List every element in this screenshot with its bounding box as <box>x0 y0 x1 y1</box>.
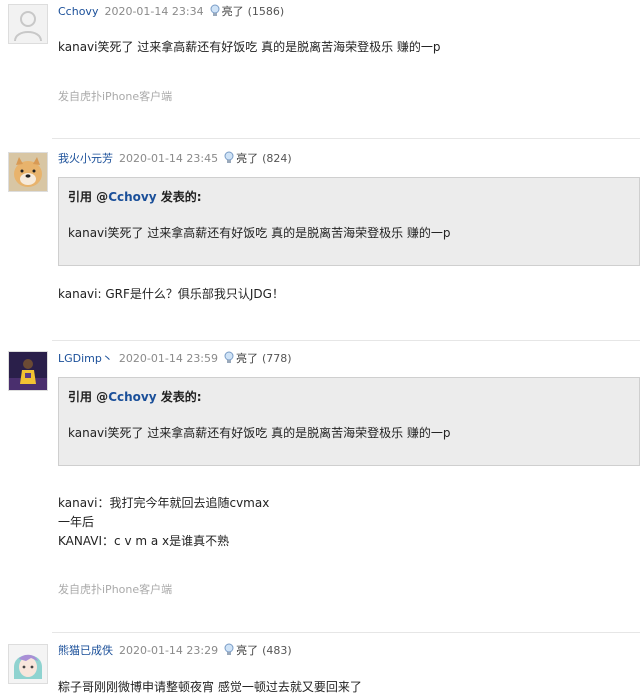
quote-suffix: 发表的: <box>156 190 202 204</box>
quote-text: kanavi笑死了 过来拿高薪还有好饭吃 真的是脱离苦海荣登极乐 赚的一p <box>68 426 451 440</box>
light-count: (778) <box>262 352 292 365</box>
post-2: 我火小元芳 2020-01-14 23:45 亮了 (824) 引用 @Cchovy … <box>0 146 640 336</box>
light-count: (483) <box>262 644 292 657</box>
quote-header: 引用 @Cchovy 发表的: <box>68 188 202 205</box>
username-link[interactable]: Cchovy <box>58 5 98 18</box>
post-1: Cchovy 2020-01-14 23:34 亮了 (1586) kanavi笑死了… <box>0 0 640 130</box>
post-meta: LGDimp丶 2020-01-14 23:59 亮了 (778) <box>58 350 292 366</box>
lightbulb-icon <box>210 4 220 16</box>
separator <box>52 632 640 633</box>
quote-suffix: 发表的: <box>156 390 202 404</box>
avatar[interactable] <box>8 4 48 44</box>
light-button[interactable]: 亮了 <box>224 151 259 165</box>
anime-avatar-icon <box>9 645 47 683</box>
post-4: 熊猫已成佚 2020-01-14 23:29 亮了 (483) 粽子哥刚刚微博申请整顿… <box>0 638 640 697</box>
separator <box>52 340 640 341</box>
light-label: 亮了 <box>221 5 244 18</box>
post-content: 粽子哥刚刚微博申请整顿夜宵 感觉一顿过去就又要回来了 <box>58 680 362 694</box>
quote-header: 引用 @Cchovy 发表的: <box>68 388 202 405</box>
quoted-username-link[interactable]: Cchovy <box>108 190 156 204</box>
quote-prefix: 引用 @ <box>68 190 109 204</box>
lightbulb-icon <box>224 151 234 163</box>
post-meta: 我火小元芳 2020-01-14 23:45 亮了 (824) <box>58 150 292 166</box>
lightbulb-icon <box>224 351 234 363</box>
post-time: 2020-01-14 23:45 <box>119 152 219 165</box>
post-content: kanavi：我打完今年就回去追随cvmax 一年后 KANAVI：c v m … <box>58 494 269 551</box>
content-line: KANAVI：c v m a x是谁真不熟 <box>58 534 230 548</box>
username-link[interactable]: 熊猫已成佚 <box>58 644 113 657</box>
post-source[interactable]: 发自虎扑iPhone客户端 <box>58 581 172 597</box>
avatar[interactable] <box>8 351 48 391</box>
quote-text: kanavi笑死了 过来拿高薪还有好饭吃 真的是脱离苦海荣登极乐 赚的一p <box>68 226 451 240</box>
quoted-username-link[interactable]: Cchovy <box>108 390 156 404</box>
light-label: 亮了 <box>236 352 259 365</box>
separator <box>52 138 640 139</box>
light-count: (824) <box>262 152 292 165</box>
light-button[interactable]: 亮了 <box>224 643 259 657</box>
post-meta: Cchovy 2020-01-14 23:34 亮了 (1586) <box>58 3 284 19</box>
quote-block: 引用 @Cchovy 发表的: kanavi笑死了 过来拿高薪还有好饭吃 真的是… <box>58 177 640 266</box>
post-source[interactable]: 发自虎扑iPhone客户端 <box>58 88 172 104</box>
avatar[interactable] <box>8 644 48 684</box>
post-time: 2020-01-14 23:29 <box>119 644 219 657</box>
default-avatar-icon <box>9 5 47 43</box>
post-meta: 熊猫已成佚 2020-01-14 23:29 亮了 (483) <box>58 642 292 658</box>
username-link[interactable]: 我火小元芳 <box>58 152 113 165</box>
light-button[interactable]: 亮了 <box>224 351 259 365</box>
light-count: (1586) <box>247 5 285 18</box>
username-link[interactable]: LGDimp丶 <box>58 352 113 365</box>
post-time: 2020-01-14 23:59 <box>118 352 219 365</box>
post-3: LGDimp丶 2020-01-14 23:59 亮了 (778) 引用 @Cchov… <box>0 346 640 626</box>
avatar[interactable] <box>8 152 48 192</box>
quote-prefix: 引用 @ <box>68 390 109 404</box>
content-line: kanavi：我打完今年就回去追随cvmax <box>58 496 270 510</box>
lightbulb-icon <box>224 643 234 655</box>
post-content: kanavi: GRF是什么？俱乐部我只认JDG！ <box>58 287 284 301</box>
dog-avatar-icon <box>9 153 47 191</box>
quote-block: 引用 @Cchovy 发表的: kanavi笑死了 过来拿高薪还有好饭吃 真的是… <box>58 377 640 466</box>
player-avatar-icon <box>9 352 47 390</box>
post-time: 2020-01-14 23:34 <box>104 5 204 18</box>
light-button[interactable]: 亮了 <box>210 4 244 18</box>
light-label: 亮了 <box>236 152 259 165</box>
light-label: 亮了 <box>236 644 259 657</box>
post-content: kanavi笑死了 过来拿高薪还有好饭吃 真的是脱离苦海荣登极乐 赚的一p <box>58 40 441 54</box>
content-line: 一年后 <box>58 515 95 529</box>
